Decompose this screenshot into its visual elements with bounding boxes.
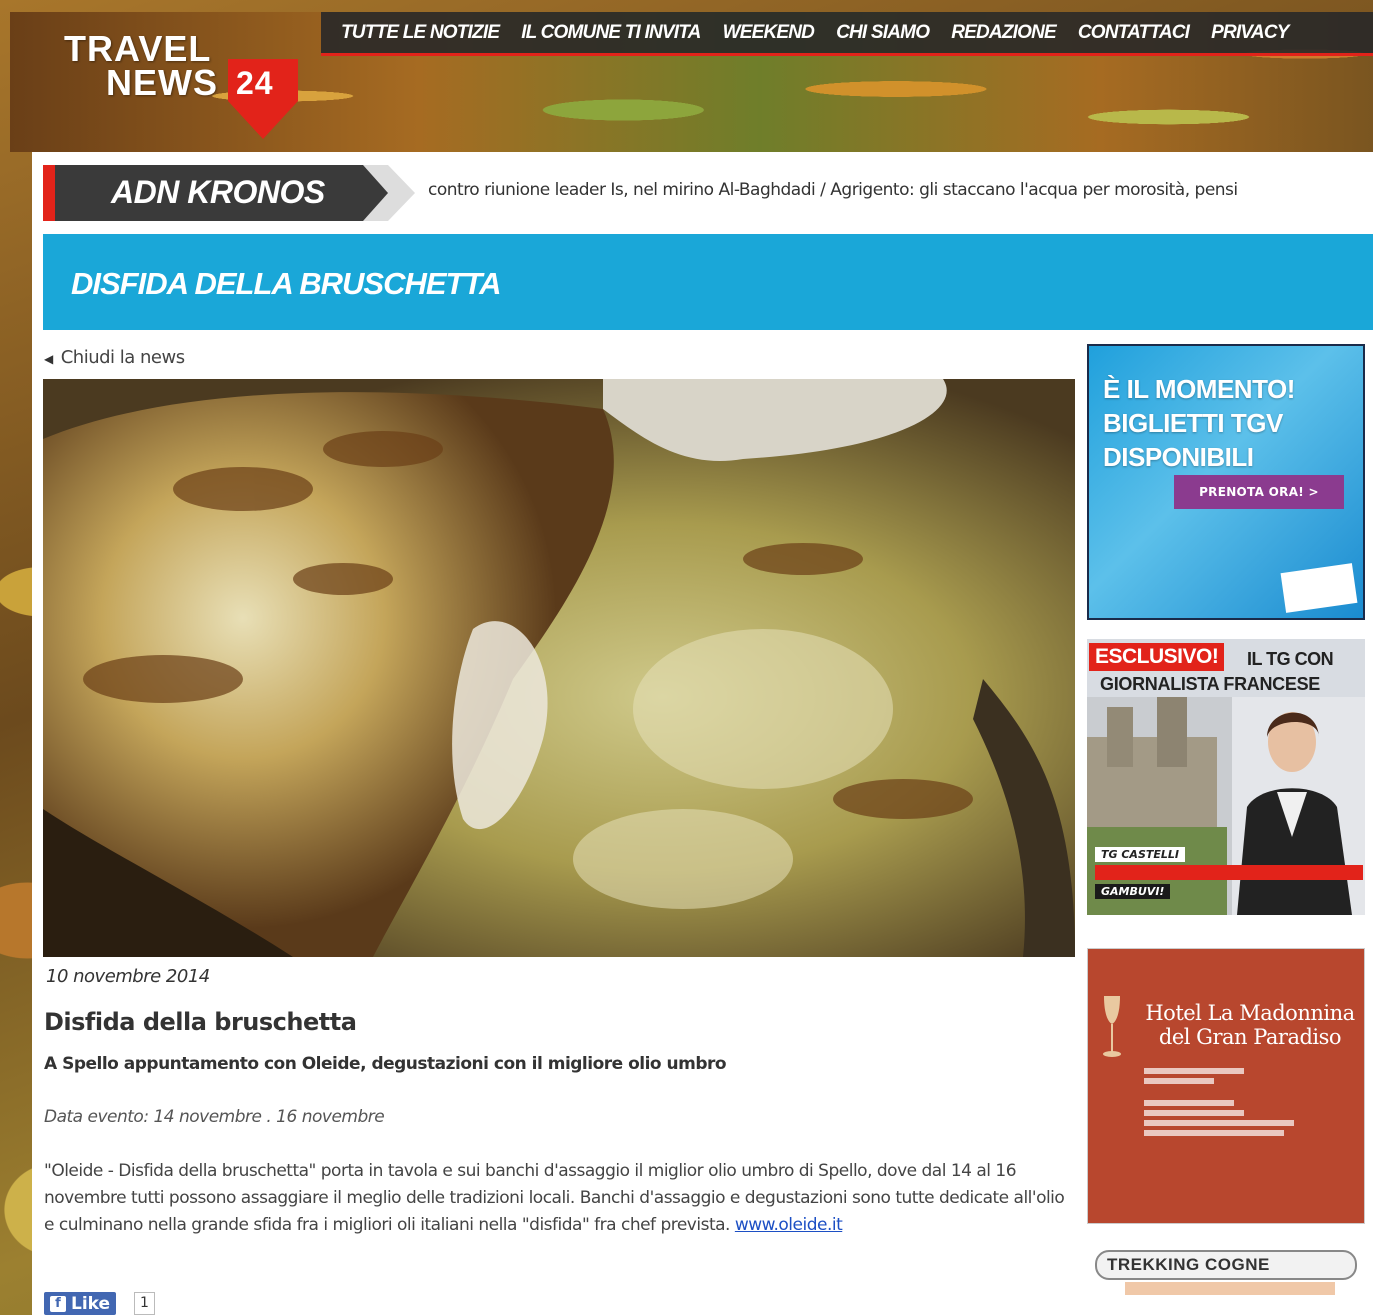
article-title: Disfida della bruschetta: [44, 1008, 357, 1036]
ad-tgv-line3: DISPONIBILI: [1103, 442, 1254, 472]
logo-line2: NEWS: [106, 62, 218, 103]
nav-item-il-comune-ti-invita[interactable]: IL COMUNE TI INVITA: [521, 22, 701, 44]
nav-item-weekend[interactable]: WEEKEND: [723, 22, 815, 44]
like-count: 1: [134, 1292, 155, 1315]
ad-tg-badge: ESCLUSIVO!: [1089, 643, 1225, 671]
nav-item-redazione[interactable]: REDAZIONE: [951, 22, 1057, 44]
news-ticker: ADN KRONOS contro riunione leader Is, ne…: [43, 164, 1373, 222]
page-title: DISFIDA DELLA BRUSCHETTA: [71, 266, 501, 301]
ad-tgv-line2: BIGLIETTI TGV: [1103, 408, 1283, 438]
main-nav: TUTTE LE NOTIZIE IL COMUNE TI INVITA WEE…: [321, 12, 1373, 56]
wine-glass-icon: [1103, 996, 1121, 1057]
article-photo: [43, 379, 1075, 957]
ad-tg-line1: IL TG CON: [1247, 649, 1334, 669]
like-label: Like: [71, 1293, 111, 1314]
ad-tg-caption1: TG CASTELLI: [1095, 847, 1185, 862]
nav-item-contattaci[interactable]: CONTATTACI: [1078, 22, 1190, 44]
event-date: Data evento: 14 novembre . 16 novembre: [44, 1107, 385, 1127]
ad-tg-line2: GIORNALISTA FRANCESE: [1100, 674, 1321, 694]
nav-item-chi-siamo[interactable]: CHI SIAMO: [836, 22, 930, 44]
back-arrow-icon: ◀: [44, 352, 53, 366]
ad-hotel[interactable]: Hotel La Madonnina del Gran Paradiso: [1087, 948, 1365, 1224]
close-news-label: Chiudi la news: [60, 347, 185, 368]
ad-tgv-headline: È IL MOMENTO! BIGLIETTI TGV DISPONIBILI: [1103, 372, 1295, 474]
close-news-link[interactable]: ◀ Chiudi la news: [44, 347, 185, 368]
page-title-bar: DISFIDA DELLA BRUSCHETTA: [43, 234, 1373, 330]
ad-tgv-logo: [1280, 563, 1358, 613]
nav-item-tutte-le-notizie[interactable]: TUTTE LE NOTIZIE: [341, 22, 500, 44]
ad-tgv-cta-button[interactable]: PRENOTA ORA! >: [1174, 475, 1344, 509]
ad-tg-scene-image: [1087, 697, 1365, 915]
article-body: "Oleide - Disfida della bruschetta" port…: [44, 1158, 1074, 1239]
logo-number: 24: [236, 65, 274, 101]
ad-trekking[interactable]: TREKKING COGNE: [1087, 1242, 1365, 1315]
header-banner: TRAVEL NEWS 24 TUTTE LE NOTIZIE IL COMUN…: [10, 12, 1373, 152]
ad-trekking-title: TREKKING COGNE: [1095, 1250, 1357, 1280]
ad-tg[interactable]: ESCLUSIVO! IL TG CON GIORNALISTA FRANCES…: [1087, 639, 1365, 915]
ad-tgv[interactable]: È IL MOMENTO! BIGLIETTI TGV DISPONIBILI …: [1087, 344, 1365, 620]
article-body-text: "Oleide - Disfida della bruschetta" port…: [44, 1161, 1065, 1235]
site-logo[interactable]: TRAVEL NEWS 24: [58, 27, 303, 139]
article-date: 10 novembre 2014: [46, 966, 210, 987]
facebook-like-button[interactable]: f Like: [44, 1292, 117, 1315]
nav-item-privacy[interactable]: PRIVACY: [1211, 22, 1289, 44]
ad-hotel-details: [1144, 1064, 1294, 1140]
ad-tg-caption3: GAMBUVI!: [1095, 884, 1171, 899]
ad-trekking-subtitle: [1125, 1282, 1335, 1295]
ticker-label: ADN KRONOS: [111, 174, 325, 210]
article-subtitle: A Spello appuntamento con Oleide, degust…: [44, 1054, 727, 1074]
ad-tg-caption2: [1095, 865, 1363, 880]
article-link[interactable]: www.oleide.it: [735, 1215, 843, 1235]
bruschetta-image: [43, 379, 1075, 957]
ad-tgv-line1: È IL MOMENTO!: [1103, 374, 1295, 404]
content-panel: ADN KRONOS contro riunione leader Is, ne…: [32, 152, 1373, 1315]
facebook-icon: f: [50, 1295, 66, 1312]
ticker-text[interactable]: contro riunione leader Is, nel mirino Al…: [428, 180, 1353, 200]
ad-hotel-name: Hotel La Madonnina del Gran Paradiso: [1145, 1001, 1355, 1049]
